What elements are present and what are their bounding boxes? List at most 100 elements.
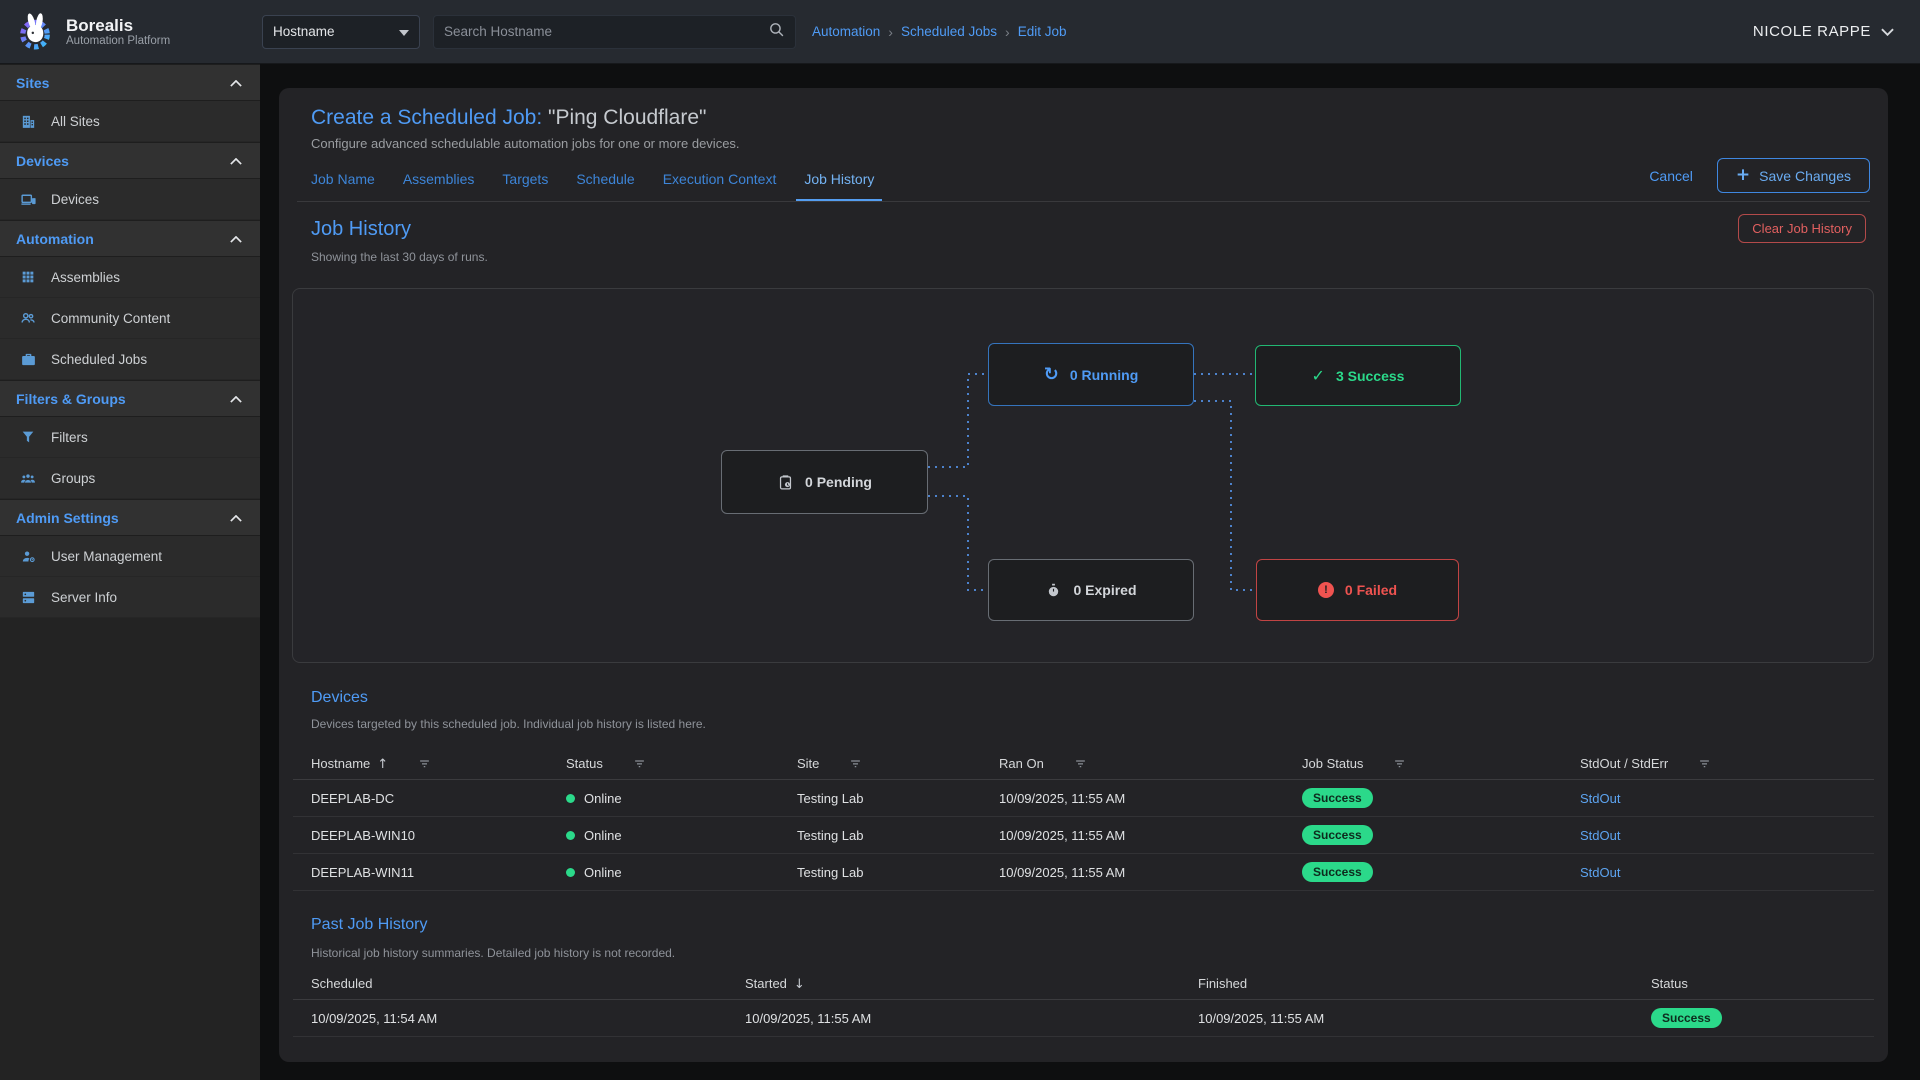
ran-on-cell: 10/09/2025, 11:55 AM [999,791,1302,806]
filter-icon[interactable] [1697,756,1712,771]
online-dot-icon [566,831,575,840]
breadcrumb-separator-icon [888,24,893,40]
breadcrumb-separator-icon [1005,24,1010,40]
tab-schedule[interactable]: Schedule [562,158,648,200]
stdout-link[interactable]: StdOut [1580,865,1620,880]
sidebar-section-filters-groups[interactable]: Filters & Groups [0,380,260,417]
online-dot-icon [566,868,575,877]
sidebar-item-all-sites[interactable]: All Sites [0,101,260,142]
sidebar-item-label: Server Info [51,590,117,605]
brand: Borealis Automation Platform [0,11,252,53]
status-cell: Success [1651,1008,1874,1028]
sidebar-item-label: Filters [51,430,88,445]
past-job-history-heading: Past Job History [311,916,427,934]
column-scheduled[interactable]: Scheduled [293,976,745,991]
sidebar-item-community-content[interactable]: Community Content [0,298,260,339]
people-icon [19,309,37,327]
job-status-cell: Success [1302,788,1580,808]
breadcrumb-scheduled-jobs[interactable]: Scheduled Jobs [901,24,997,39]
sidebar-item-devices[interactable]: Devices [0,179,260,220]
tab-job-name[interactable]: Job Name [297,158,389,200]
chevron-up-icon [230,152,242,170]
filter-icon[interactable] [1073,756,1088,771]
page-title: Create a Scheduled Job: "Ping Cloudflare… [311,106,707,130]
top-bar: Borealis Automation Platform Hostname Au… [0,0,1920,64]
filter-icon[interactable] [417,756,432,771]
column-job-status[interactable]: Job Status [1302,756,1580,771]
search-icon[interactable] [768,21,785,43]
search-input[interactable] [444,24,768,39]
chevron-down-icon [1881,28,1894,36]
clear-job-history-button[interactable]: Clear Job History [1738,214,1866,243]
tab-execution-context[interactable]: Execution Context [649,158,791,200]
status-badge: Success [1302,862,1373,882]
stdout-link[interactable]: StdOut [1580,828,1620,843]
sidebar-item-user-management[interactable]: User Management [0,536,260,577]
sidebar-section-devices[interactable]: Devices [0,142,260,179]
hostname-dropdown[interactable]: Hostname [262,15,420,49]
brand-subtitle: Automation Platform [66,35,170,47]
job-history-subheading: Showing the last 30 days of runs. [311,250,488,264]
sidebar-item-label: Devices [51,192,99,207]
sort-desc-icon[interactable] [794,976,805,992]
finished-cell: 10/09/2025, 11:55 AM [1198,1011,1651,1026]
sidebar-section-automation[interactable]: Automation [0,220,260,257]
column-site[interactable]: Site [797,756,999,771]
sidebar-section-sites[interactable]: Sites [0,64,260,101]
tab-targets[interactable]: Targets [488,158,562,200]
server-icon [19,588,37,606]
breadcrumb-edit-job[interactable]: Edit Job [1018,24,1067,39]
borealis-rabbit-logo [14,11,56,53]
sidebar-item-server-info[interactable]: Server Info [0,577,260,618]
filter-icon[interactable] [848,756,863,771]
sidebar-item-scheduled-jobs[interactable]: Scheduled Jobs [0,339,260,380]
flow-node-pending: 0 Pending [721,450,928,514]
hostname-cell: DEEPLAB-WIN10 [293,828,566,843]
past-job-history-table: Scheduled Started Finished Status 10/09/… [293,968,1874,1037]
breadcrumb-automation[interactable]: Automation [812,24,880,39]
chevron-up-icon [230,509,242,527]
table-row: DEEPLAB-WIN10 Online Testing Lab 10/09/2… [293,817,1874,854]
column-started[interactable]: Started [745,976,1198,992]
scheduled-job-panel: Create a Scheduled Job: "Ping Cloudflare… [279,88,1888,1062]
filter-icon[interactable] [632,756,647,771]
column-stdout-stderr[interactable]: StdOut / StdErr [1580,756,1874,771]
user-name: NICOLE RAPPE [1753,23,1871,40]
tabs-bar: Job Name Assemblies Targets Schedule Exe… [297,156,1870,202]
cancel-button[interactable]: Cancel [1649,168,1693,184]
stdout-cell: StdOut [1580,828,1874,843]
main-area: Create a Scheduled Job: "Ping Cloudflare… [260,64,1920,1080]
status-cell: Online [566,791,797,806]
column-ran-on[interactable]: Ran On [999,756,1302,771]
devices-icon [19,190,37,208]
column-status[interactable]: Status [566,756,797,771]
devices-table-header: Hostname Status Site Ran On Job S [293,748,1874,780]
chevron-up-icon [230,230,242,248]
grid-icon [19,268,37,286]
sidebar-section-admin-settings[interactable]: Admin Settings [0,499,260,536]
job-history-heading: Job History [311,218,411,241]
column-status[interactable]: Status [1651,976,1874,991]
brand-name: Borealis [66,16,170,36]
sidebar-item-assemblies[interactable]: Assemblies [0,257,260,298]
tab-assemblies[interactable]: Assemblies [389,158,489,200]
past-job-history-subheading: Historical job history summaries. Detail… [311,946,675,960]
column-finished[interactable]: Finished [1198,976,1651,991]
sidebar: Sites All Sites Devices Devices Automati… [0,64,260,1080]
online-dot-icon [566,794,575,803]
past-table-header: Scheduled Started Finished Status [293,968,1874,1000]
save-changes-button[interactable]: Save Changes [1717,158,1870,193]
sidebar-item-groups[interactable]: Groups [0,458,260,499]
plus-icon [1736,167,1750,184]
stdout-link[interactable]: StdOut [1580,791,1620,806]
clipboard-clock-icon [777,474,794,491]
job-status-flow: 0 Pending 0 Running 3 Success 0 Expired … [292,288,1874,663]
user-menu[interactable]: NICOLE RAPPE [1753,23,1894,40]
sidebar-item-filters[interactable]: Filters [0,417,260,458]
chevron-up-icon [230,74,242,92]
tab-job-history[interactable]: Job History [790,158,888,200]
ran-on-cell: 10/09/2025, 11:55 AM [999,865,1302,880]
filter-icon[interactable] [1392,756,1407,771]
column-hostname[interactable]: Hostname [293,756,566,772]
sort-asc-icon[interactable] [377,756,388,772]
